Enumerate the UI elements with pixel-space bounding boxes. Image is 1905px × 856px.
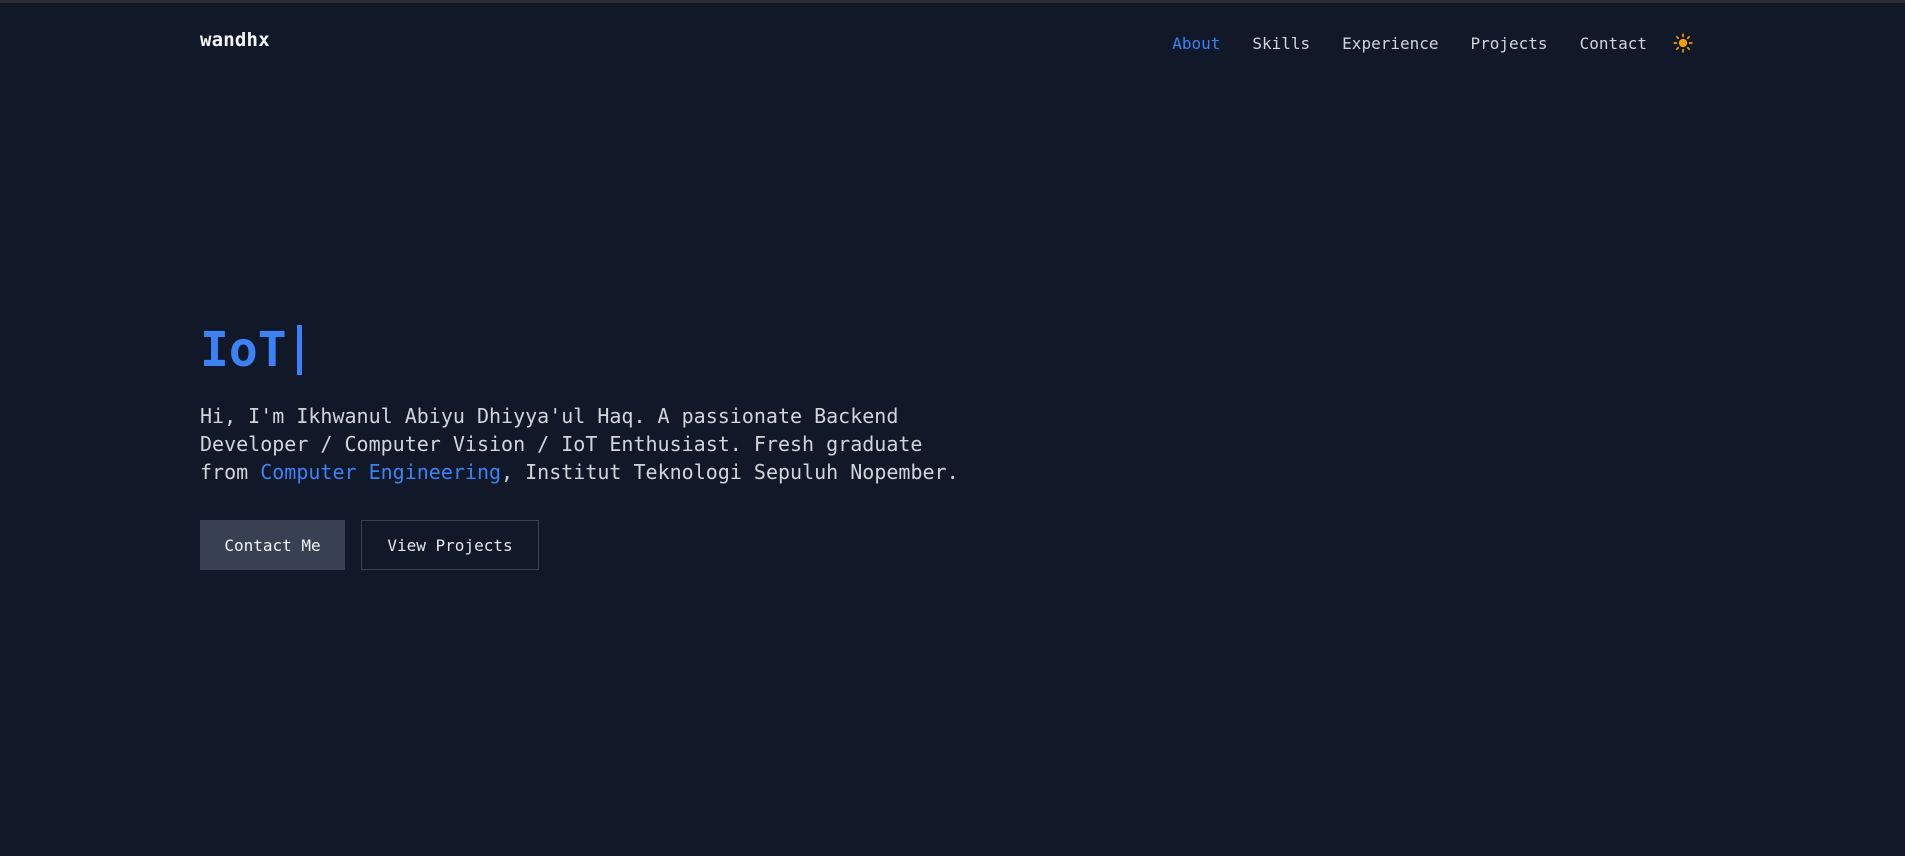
typing-cursor (296, 325, 302, 375)
nav-item-skills[interactable]: Skills (1252, 34, 1310, 53)
hero-intro-part2: , Institut Teknologi Sepuluh Nopember. (501, 460, 959, 484)
typed-role-text: IoT (200, 322, 287, 378)
contact-me-button[interactable]: Contact Me (200, 520, 345, 570)
hero-actions: Contact Me View Projects (200, 520, 960, 570)
brand-logo[interactable]: wandhx (200, 29, 270, 51)
top-navigation: wandhx About Skills Experience Projects … (0, 3, 1905, 75)
hero-intro: Hi, I'm Ikhwanul Abiyu Dhiyya'ul Haq. A … (200, 402, 960, 486)
sun-icon (1673, 33, 1693, 53)
theme-toggle-button[interactable] (1671, 31, 1695, 55)
hero-section: IoT Hi, I'm Ikhwanul Abiyu Dhiyya'ul Haq… (200, 320, 960, 570)
nav-links: About Skills Experience Projects Contact (1172, 31, 1695, 55)
computer-engineering-link[interactable]: Computer Engineering (260, 460, 501, 484)
nav-item-experience[interactable]: Experience (1342, 34, 1438, 53)
nav-item-contact[interactable]: Contact (1580, 34, 1647, 53)
nav-item-about[interactable]: About (1172, 34, 1220, 53)
view-projects-button[interactable]: View Projects (361, 520, 539, 570)
hero-title: IoT (200, 320, 960, 380)
nav-item-projects[interactable]: Projects (1471, 34, 1548, 53)
